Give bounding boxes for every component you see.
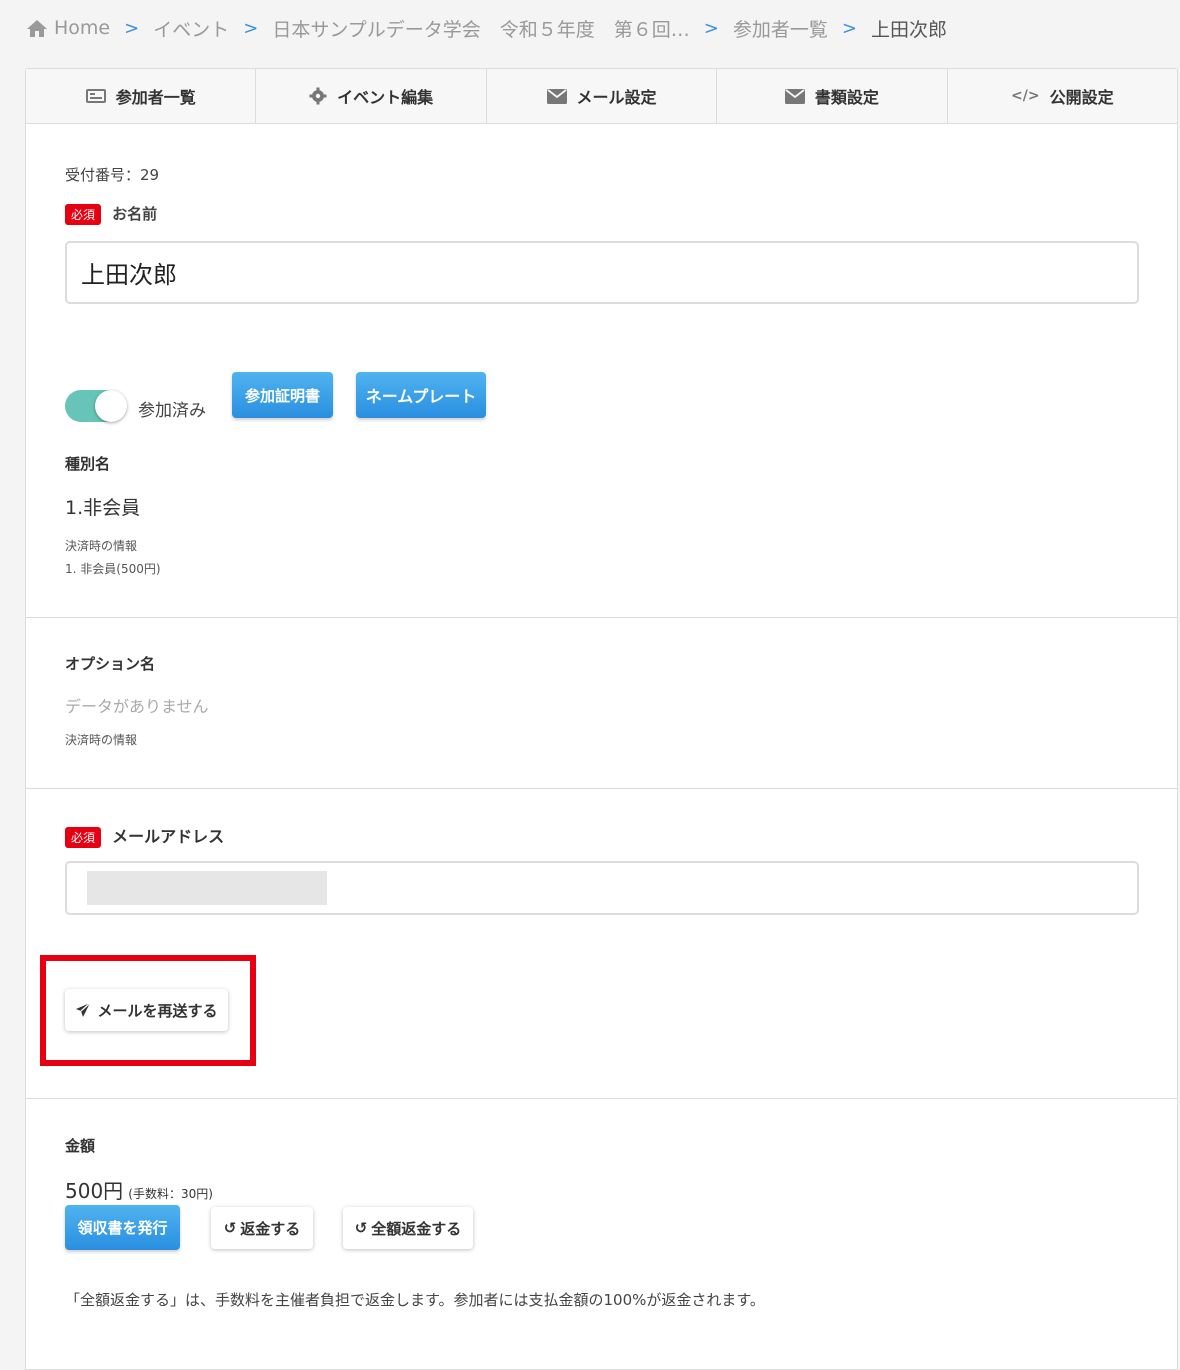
tab-publish-settings[interactable]: </> 公開設定 xyxy=(947,69,1178,123)
option-empty-text: データがありません xyxy=(65,697,209,716)
amount-value: 500円 xyxy=(65,1179,124,1203)
tab-mail-settings[interactable]: メール設定 xyxy=(486,69,718,123)
email-input[interactable] xyxy=(65,861,1139,915)
refund-label: 返金する xyxy=(240,1219,301,1238)
full-refund-button[interactable]: ↺ 全額返金する xyxy=(343,1207,473,1249)
amount-row: 500円 (手数料：30円) xyxy=(65,1175,213,1204)
certificate-button[interactable]: 参加証明書 xyxy=(232,372,333,418)
redacted-email xyxy=(87,871,327,905)
highlight-annotation xyxy=(40,955,256,1066)
email-field-label-row: 必須 メールアドレス xyxy=(65,823,224,848)
tab-label: メール設定 xyxy=(576,88,657,107)
amount-fee: (手数料：30円) xyxy=(128,1187,213,1201)
undo-icon: ↺ xyxy=(223,1219,237,1237)
breadcrumb-current: 上田次郎 xyxy=(870,18,947,41)
tab-document-settings[interactable]: 書類設定 xyxy=(717,69,948,123)
breadcrumb-home[interactable]: Home xyxy=(54,17,110,39)
breadcrumb-event[interactable]: イベント xyxy=(153,15,229,42)
participant-card: 参加者一覧 イベント編集 メール設定 書類設定 </> 公開設定 受付番号：29 xyxy=(25,68,1178,1370)
required-badge: 必須 xyxy=(65,827,102,848)
tab-label: イベント編集 xyxy=(337,88,434,107)
id-card-icon xyxy=(85,88,106,104)
attendance-toggle[interactable] xyxy=(65,390,127,422)
section-divider xyxy=(26,788,1177,789)
name-field-label-row: 必須 お名前 xyxy=(65,203,157,225)
breadcrumb-event-name[interactable]: 日本サンプルデータ学会 令和５年度 第６回… xyxy=(272,15,689,42)
home-icon[interactable] xyxy=(26,18,48,38)
section-divider xyxy=(26,617,1177,618)
tab-bar: 参加者一覧 イベント編集 メール設定 書類設定 </> 公開設定 xyxy=(26,69,1178,124)
nameplate-button[interactable]: ネームプレート xyxy=(356,372,486,418)
tab-event-edit[interactable]: イベント編集 xyxy=(256,69,487,123)
option-label: オプション名 xyxy=(65,655,156,673)
breadcrumb: Home > イベント > 日本サンプルデータ学会 令和５年度 第６回… > 参… xyxy=(26,14,947,42)
required-badge: 必須 xyxy=(65,204,102,225)
tab-label: 書類設定 xyxy=(814,88,879,107)
tab-label: 参加者一覧 xyxy=(115,88,196,107)
gear-icon xyxy=(309,87,327,105)
section-divider xyxy=(26,1098,1177,1099)
issue-receipt-button[interactable]: 領収書を発行 xyxy=(65,1205,180,1250)
category-payment-info-label: 決済時の情報 xyxy=(65,539,138,553)
category-value: 1.非会員 xyxy=(65,497,141,519)
name-input[interactable]: 上田次郎 xyxy=(65,241,1139,304)
tab-participant-list[interactable]: 参加者一覧 xyxy=(26,69,257,123)
attendance-toggle-label: 参加済み xyxy=(138,401,206,421)
full-refund-label: 全額返金する xyxy=(371,1219,462,1238)
chevron-right-icon: > xyxy=(243,17,259,39)
category-payment-info-value: 1. 非会員(500円) xyxy=(65,562,161,576)
email-field-label: メールアドレス xyxy=(112,827,225,846)
receipt-number: 受付番号：29 xyxy=(65,166,160,184)
tab-label: 公開設定 xyxy=(1049,88,1114,107)
chevron-right-icon: > xyxy=(703,17,719,39)
category-label: 種別名 xyxy=(65,455,111,473)
refund-button[interactable]: ↺ 返金する xyxy=(211,1207,313,1249)
envelope-icon xyxy=(784,88,805,104)
refund-note: 「全額返金する」は、手数料を主催者負担で返金します。参加者には支払金額の100%… xyxy=(65,1291,765,1309)
chevron-right-icon: > xyxy=(841,17,857,39)
toggle-knob xyxy=(95,390,127,422)
code-icon: </> xyxy=(1011,88,1040,104)
amount-label: 金額 xyxy=(65,1137,96,1155)
option-payment-info-label: 決済時の情報 xyxy=(65,733,138,747)
breadcrumb-participant-list[interactable]: 参加者一覧 xyxy=(733,15,828,42)
name-field-label: お名前 xyxy=(112,205,158,223)
envelope-icon xyxy=(546,88,567,104)
undo-icon: ↺ xyxy=(354,1219,368,1237)
chevron-right-icon: > xyxy=(124,17,140,39)
